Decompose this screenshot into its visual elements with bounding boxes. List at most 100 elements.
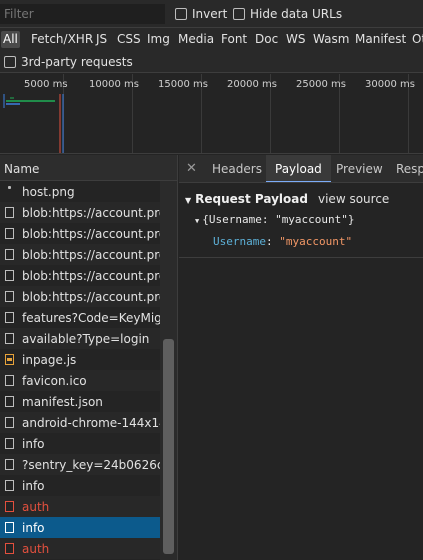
request-name: blob:https://account.proto xyxy=(22,268,160,283)
request-row[interactable]: available?Type=login xyxy=(0,328,160,349)
type-filter-media[interactable]: Media xyxy=(176,31,216,48)
request-row-error[interactable]: auth xyxy=(0,538,160,559)
json-object-summary[interactable]: ▼ {Username: "myaccount"} xyxy=(195,213,355,226)
request-row[interactable]: android-chrome-144x144. xyxy=(0,412,160,433)
request-list-scrollbar[interactable] xyxy=(160,181,177,560)
type-filter-js[interactable]: JS xyxy=(94,31,109,48)
type-filter-other[interactable]: Ot xyxy=(410,31,423,48)
hide-data-urls-option[interactable]: Hide data URLs xyxy=(233,6,342,22)
request-name: ?sentry_key=24b0626c157 xyxy=(22,457,160,472)
third-party-checkbox[interactable] xyxy=(4,56,16,68)
tab-headers[interactable]: Headers xyxy=(212,162,262,176)
request-row[interactable]: blob:https://account.proto xyxy=(0,265,160,286)
document-icon xyxy=(5,438,14,449)
request-name: auth xyxy=(22,499,50,514)
view-source-link[interactable]: view source xyxy=(318,192,389,206)
document-icon xyxy=(5,249,14,260)
scrollbar-thumb[interactable] xyxy=(163,339,174,554)
document-icon xyxy=(5,501,14,512)
request-name: android-chrome-144x144. xyxy=(22,415,160,430)
type-filter-all[interactable]: All xyxy=(1,31,20,48)
request-row[interactable]: host.png xyxy=(0,181,160,202)
type-filter-font[interactable]: Font xyxy=(219,31,249,48)
request-payload-header[interactable]: ▼ Request Payload xyxy=(185,192,308,206)
document-icon xyxy=(5,459,14,470)
type-filter-img[interactable]: Img xyxy=(145,31,172,48)
filter-toolbar: Invert Hide data URLs xyxy=(0,0,423,28)
type-filter-manifest[interactable]: Manifest xyxy=(353,31,408,48)
third-party-label: 3rd-party requests xyxy=(21,55,133,69)
document-icon xyxy=(5,543,14,554)
name-column-header[interactable]: Name xyxy=(0,155,178,181)
tab-payload[interactable]: Payload xyxy=(266,155,331,182)
request-name: available?Type=login xyxy=(22,331,150,346)
request-name: features?Code=KeyMigrat xyxy=(22,310,160,325)
request-row[interactable]: ?sentry_key=24b0626c157 xyxy=(0,454,160,475)
json-summary-text: {Username: "myaccount"} xyxy=(202,213,355,226)
request-row[interactable]: info xyxy=(0,475,160,496)
third-party-option[interactable]: 3rd-party requests xyxy=(4,54,133,70)
request-row[interactable]: favicon.ico xyxy=(0,370,160,391)
json-separator: : xyxy=(265,235,280,248)
payload-panel: ▼ Request Payload view source ▼ {Username:… xyxy=(179,184,423,560)
hide-data-urls-label: Hide data URLs xyxy=(250,7,343,21)
type-filter-css[interactable]: CSS xyxy=(115,31,143,48)
request-row-error[interactable]: auth xyxy=(0,496,160,517)
request-name: blob:https://account.proto xyxy=(22,289,160,304)
close-icon[interactable]: ✕ xyxy=(186,161,197,176)
request-name: blob:https://account.proto xyxy=(22,226,160,241)
type-filter-doc[interactable]: Doc xyxy=(253,31,280,48)
json-value: "myaccount" xyxy=(279,235,353,248)
document-icon xyxy=(5,522,14,533)
document-icon xyxy=(5,312,14,323)
timeline-waterfall xyxy=(3,94,64,153)
request-row[interactable]: blob:https://account.proto xyxy=(0,223,160,244)
tab-response[interactable]: Respo xyxy=(396,162,423,176)
request-row-selected[interactable]: info xyxy=(0,517,160,538)
details-tab-bar: ✕ Headers Payload Preview Respo xyxy=(179,155,423,183)
request-row[interactable]: blob:https://account.proto xyxy=(0,244,160,265)
document-icon xyxy=(5,207,14,218)
type-filter-ws[interactable]: WS xyxy=(284,31,307,48)
request-name: blob:https://account.proto xyxy=(22,205,160,220)
document-icon xyxy=(5,270,14,281)
invert-option[interactable]: Invert xyxy=(175,6,227,22)
request-name: blob:https://account.proto xyxy=(22,247,160,262)
request-row[interactable]: features?Code=KeyMigrat xyxy=(0,307,160,328)
request-name: info xyxy=(22,436,45,451)
request-name: auth xyxy=(22,541,50,556)
request-payload-title: Request Payload xyxy=(195,192,308,206)
json-key: Username xyxy=(213,235,266,248)
document-icon xyxy=(5,333,14,344)
type-filter-fetch-xhr[interactable]: Fetch/XHR xyxy=(29,31,95,48)
third-party-toolbar: 3rd-party requests xyxy=(0,50,423,73)
invert-label: Invert xyxy=(192,7,228,21)
document-icon xyxy=(5,228,14,239)
request-row[interactable]: blob:https://account.proto xyxy=(0,202,160,223)
request-name: manifest.json xyxy=(22,394,103,409)
filter-input[interactable] xyxy=(0,4,165,24)
document-icon xyxy=(5,396,14,407)
timeline-overview[interactable]: 5000 ms 10000 ms 15000 ms 20000 ms 25000… xyxy=(0,74,423,154)
request-row[interactable]: blob:https://account.proto xyxy=(0,286,160,307)
divider xyxy=(179,257,423,258)
document-icon xyxy=(5,375,14,386)
hide-data-urls-checkbox[interactable] xyxy=(233,8,245,20)
resource-type-filter-bar: All Fetch/XHR JS CSS Img Media Font Doc … xyxy=(0,28,423,50)
expand-triangle-icon: ▼ xyxy=(185,196,192,205)
dot-icon xyxy=(5,186,14,197)
request-row[interactable]: info xyxy=(0,433,160,454)
document-icon xyxy=(5,480,14,491)
request-row[interactable]: inpage.js xyxy=(0,349,160,370)
request-name: favicon.ico xyxy=(22,373,87,388)
request-row[interactable]: manifest.json xyxy=(0,391,160,412)
type-filter-wasm[interactable]: Wasm xyxy=(311,31,351,48)
request-list: host.png blob:https://account.proto blob… xyxy=(0,181,178,560)
json-property: Username: "myaccount" xyxy=(213,235,352,248)
script-icon xyxy=(5,354,14,365)
request-name: info xyxy=(22,520,45,535)
tab-preview[interactable]: Preview xyxy=(336,162,383,176)
invert-checkbox[interactable] xyxy=(175,8,187,20)
document-icon xyxy=(5,291,14,302)
request-name: inpage.js xyxy=(22,352,77,367)
